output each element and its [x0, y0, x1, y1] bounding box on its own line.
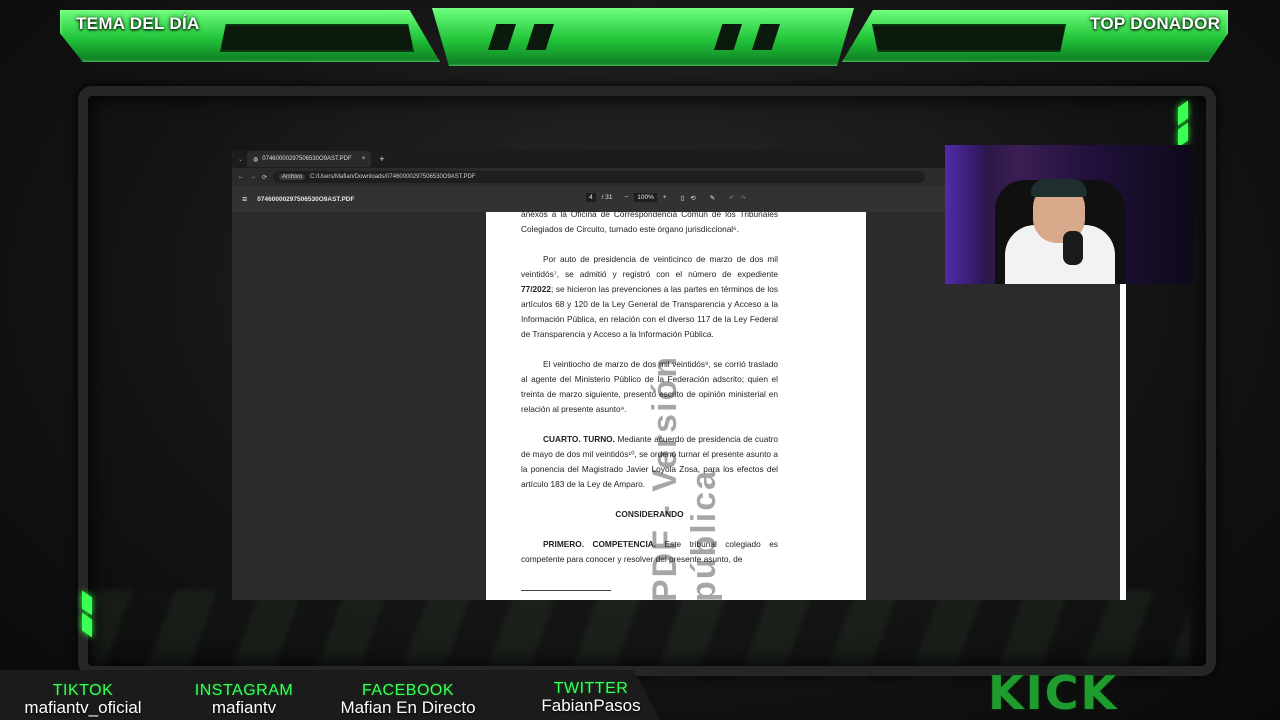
footnote-divider	[521, 590, 611, 591]
fit-page-icon[interactable]: ▯	[681, 194, 685, 202]
topic-label: TEMA DEL DÍA	[76, 14, 200, 33]
reload-icon[interactable]: ⟳	[262, 174, 267, 181]
led-light	[945, 145, 985, 284]
pdf-viewer[interactable]: PDF - Versión pública anexos a la Oficin…	[232, 212, 950, 600]
close-tab-icon[interactable]: ×	[362, 156, 366, 162]
paragraph: PRIMERO. COMPETENCIA. Este tribunal cole…	[521, 539, 778, 564]
section-heading: CONSIDERANDO	[615, 509, 684, 519]
page-number-input[interactable]: 4	[586, 193, 596, 202]
tab-pdf[interactable]: ◍ 07460000297506530O9AST.PDF ×	[247, 151, 372, 167]
donor-slot	[872, 24, 1066, 52]
page-total: / 31	[601, 194, 613, 201]
pdf-toolbar: ≡ 07460000297506530O9AST.PDF 4 / 31 − 10…	[232, 186, 950, 212]
overlay-top-bar: TEMA DEL DÍA TOP DONADOR	[0, 0, 1280, 80]
paragraph: anexos a la Oficina de Correspondencia C…	[521, 212, 778, 234]
undo-icon[interactable]: ↶	[729, 194, 734, 202]
zoom-input[interactable]: 100%	[634, 193, 657, 202]
back-icon[interactable]: ←	[238, 174, 244, 180]
scrollbar[interactable]	[1120, 284, 1126, 600]
social-facebook: FACEBOOK Mafian En Directo	[340, 682, 476, 717]
social-instagram: INSTAGRAM mafiantv	[194, 682, 294, 717]
kick-logo: KICK	[988, 666, 1119, 720]
topic-slot	[220, 24, 414, 52]
new-tab-button[interactable]: +	[379, 154, 384, 164]
browser-window: ⌄ ◍ 07460000297506530O9AST.PDF × + ← → ⟳…	[232, 150, 950, 600]
tab-bar: ⌄ ◍ 07460000297506530O9AST.PDF × +	[232, 150, 950, 168]
zoom-out-icon[interactable]: −	[624, 194, 628, 201]
pdf-title: 07460000297506530O9AST.PDF	[257, 195, 355, 203]
tab-menu-icon[interactable]: ⌄	[238, 156, 243, 163]
top-donor-label: TOP DONADOR	[1090, 14, 1221, 33]
file-badge: Archivo	[279, 174, 306, 180]
address-bar-row: ← → ⟳ Archivo C:/Users/Mafian/Downloads/…	[232, 168, 950, 186]
tab-title: 07460000297506530O9AST.PDF	[262, 156, 352, 162]
rotate-icon[interactable]: ⟲	[690, 194, 695, 202]
redo-icon[interactable]: ↷	[741, 194, 746, 202]
social-twitter: TWITTER FabianPasos	[541, 680, 641, 715]
draw-icon[interactable]: ✎	[710, 194, 715, 202]
zoom-in-icon[interactable]: +	[663, 194, 667, 201]
pdf-page: PDF - Versión pública anexos a la Oficin…	[486, 212, 866, 600]
viewer-extension	[950, 284, 1126, 600]
forward-icon[interactable]: →	[250, 174, 256, 180]
globe-icon: ◍	[253, 156, 259, 163]
pdf-controls: 4 / 31 − 100% + ▯ ⟲ ✎ ↶ ↷	[586, 193, 746, 202]
address-input[interactable]: Archivo C:/Users/Mafian/Downloads/074600…	[273, 171, 926, 183]
address-url: C:/Users/Mafian/Downloads/07460000297506…	[310, 174, 476, 180]
paragraph: Por auto de presidencia de veinticinco d…	[521, 254, 778, 339]
microphone-icon	[1063, 231, 1083, 265]
paragraph: CUARTO. TURNO. Mediante acuerdo de presi…	[521, 434, 778, 489]
paragraph: El veintiocho de marzo de dos mil veinti…	[521, 359, 778, 414]
webcam-feed	[945, 145, 1193, 284]
social-tiktok: TIKTOK mafiantv_oficial	[24, 682, 142, 717]
bandana	[1031, 179, 1087, 197]
menu-icon[interactable]: ≡	[242, 194, 247, 204]
document-text: anexos a la Oficina de Correspondencia C…	[521, 212, 778, 582]
